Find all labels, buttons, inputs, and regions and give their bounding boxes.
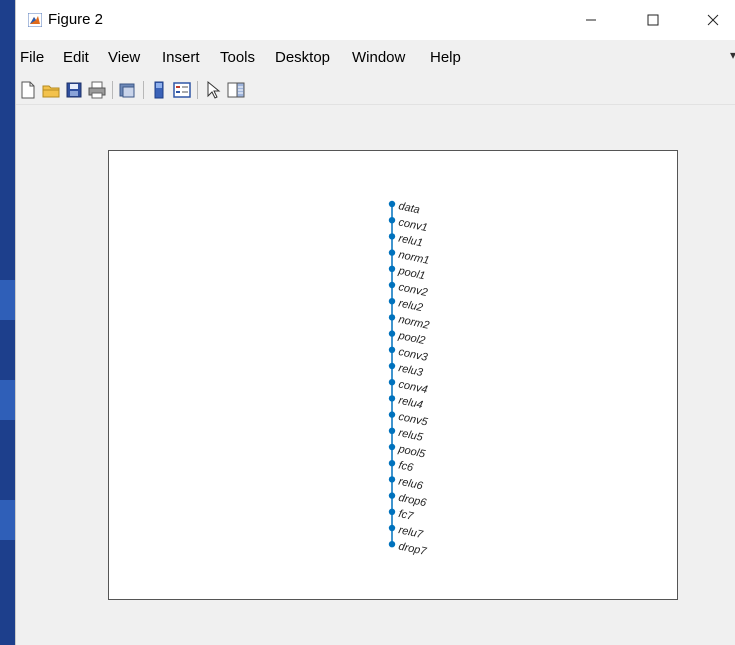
graph-node	[388, 395, 396, 402]
new-figure-icon[interactable]	[18, 80, 38, 100]
graph-node-label: relu7	[397, 524, 424, 541]
print-icon[interactable]	[87, 80, 107, 100]
graph-node	[388, 427, 396, 434]
menu-view[interactable]: View	[108, 49, 140, 66]
graph-node	[388, 265, 396, 272]
graph-node-label: conv3	[397, 346, 429, 364]
save-icon[interactable]	[64, 80, 84, 100]
menu-window[interactable]: Window	[352, 49, 405, 66]
graph-node	[388, 200, 396, 208]
menu-tools[interactable]: Tools	[220, 49, 255, 66]
graph-node	[388, 362, 396, 370]
menu-file[interactable]: File	[20, 49, 44, 66]
open-file-icon[interactable]	[41, 80, 61, 100]
menu-insert[interactable]: Insert	[162, 49, 200, 66]
graph-node-label: conv4	[397, 378, 428, 396]
graph-node	[388, 492, 396, 499]
graph-node-label: norm2	[397, 314, 430, 332]
graph-node	[388, 330, 396, 337]
minimize-icon	[586, 19, 596, 21]
colorbar-icon[interactable]	[149, 80, 169, 100]
graph-node	[388, 346, 396, 353]
link-plot-icon[interactable]	[118, 80, 138, 100]
graph-node	[388, 541, 396, 548]
graph-node-label: conv5	[397, 411, 429, 429]
graph-node-label: pool1	[396, 265, 426, 283]
title-bar: Figure 2	[16, 0, 735, 40]
graph-node-label: relu2	[397, 297, 423, 314]
menu-help[interactable]: Help	[430, 49, 461, 66]
property-inspector-icon[interactable]	[226, 80, 246, 100]
minimize-button[interactable]	[568, 0, 614, 40]
graph-node-label: conv2	[397, 281, 428, 299]
graph-node-label: fc6	[397, 459, 415, 474]
pointer-icon[interactable]	[203, 80, 223, 100]
layer-graph: dataconv1relu1norm1pool1conv2relu2norm2p…	[388, 200, 430, 558]
legend-icon[interactable]	[172, 80, 192, 100]
graph-node-label: drop7	[397, 540, 428, 558]
plot-axes: data conv1 relu1 norm1 pool1 conv2 relu2 norm2 p…	[108, 150, 678, 600]
graph-node	[388, 281, 396, 289]
menu-edit[interactable]: Edit	[63, 49, 89, 66]
graph-node-label: relu1	[397, 233, 423, 250]
toolbar-separator	[112, 81, 113, 99]
graph-node-label: fc7	[397, 508, 415, 523]
menu-bar: File Edit View Insert Tools Desktop Wind…	[16, 44, 735, 72]
close-icon	[707, 14, 719, 26]
graph-node-label: conv1	[397, 216, 428, 234]
graph-node	[388, 476, 396, 483]
menu-desktop[interactable]: Desktop	[275, 49, 330, 66]
maximize-icon	[647, 14, 659, 26]
toolbar-separator	[197, 81, 198, 99]
graph-node	[388, 379, 396, 386]
graph-node-label: pool5	[396, 443, 427, 461]
graph-node	[388, 524, 396, 532]
graph-node	[388, 217, 396, 224]
menu-overflow-icon[interactable]: ▾	[730, 48, 735, 62]
graph-node	[388, 508, 396, 515]
graph-node	[388, 298, 396, 305]
graph-node	[388, 443, 396, 451]
graph-node-label: relu5	[397, 427, 424, 444]
maximize-button[interactable]	[630, 0, 676, 40]
graph-node-label: data	[397, 200, 420, 216]
graph-node-label: norm1	[397, 249, 430, 267]
graph-node-label: pool2	[396, 330, 426, 348]
matlab-app-icon	[28, 13, 42, 27]
graph-node-label: relu6	[397, 476, 424, 493]
graph-node-label: drop6	[397, 492, 428, 510]
window-title: Figure 2	[48, 11, 104, 28]
toolbar-separator	[143, 81, 144, 99]
graph-node	[388, 233, 396, 240]
graph-node-label: relu4	[397, 395, 423, 412]
toolbar	[16, 76, 735, 105]
graph-node	[388, 314, 396, 321]
close-button[interactable]	[690, 0, 735, 40]
figure-window: Figure 2 File Edit View Insert Tools Des…	[15, 0, 735, 645]
graph-node	[388, 249, 396, 256]
graph-node	[388, 411, 396, 418]
graph-node-label: relu3	[397, 362, 424, 379]
graph-node	[388, 460, 396, 467]
